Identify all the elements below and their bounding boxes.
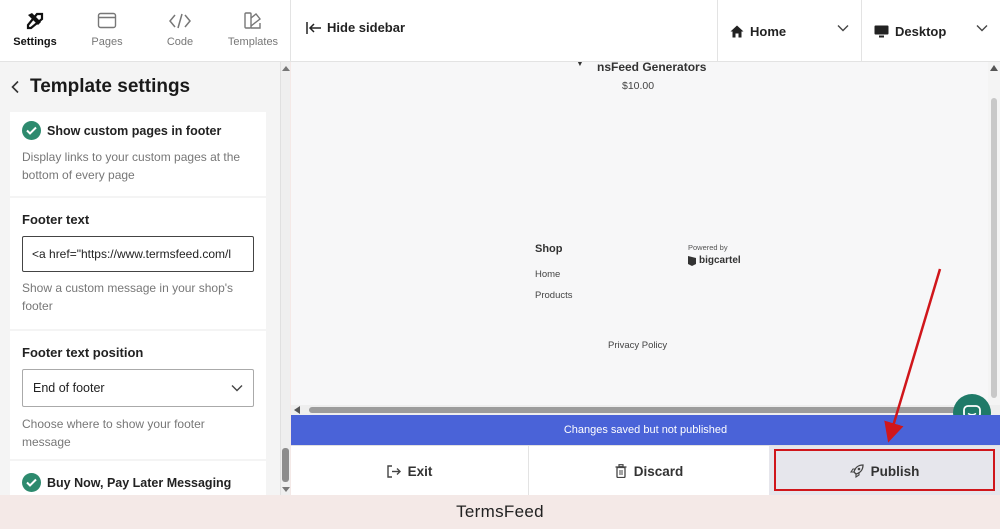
page-title: Template settings (30, 76, 191, 97)
footer-position-select[interactable]: End of footer (22, 369, 254, 407)
preview-horizontal-scrollbar[interactable] (291, 405, 1000, 415)
custom-pages-help: Display links to your custom pages at th… (22, 150, 241, 182)
sidebar-scrollbar[interactable] (280, 62, 290, 495)
page-select[interactable]: Home (717, 0, 861, 62)
publish-label: Publish (870, 463, 920, 479)
footer-text-input[interactable]: <a href="https://www.termsfeed.com/l (22, 236, 254, 272)
scroll-up-arrow[interactable] (990, 65, 998, 71)
scrollbar-thumb[interactable] (282, 448, 289, 482)
custom-pages-checkbox[interactable] (22, 121, 41, 140)
tab-pages[interactable]: Pages (72, 0, 142, 62)
footer-link-privacy-policy[interactable]: Privacy Policy (608, 340, 667, 351)
custom-pages-card: Show custom pages in footer Display link… (10, 112, 266, 196)
discard-label: Discard (633, 463, 684, 479)
product-price: $10.00 (622, 80, 655, 92)
hide-sidebar-label: Hide sidebar (327, 20, 406, 35)
templates-icon (243, 10, 263, 32)
scroll-up-arrow[interactable] (282, 66, 290, 71)
settings-sidebar: Template settings Show custom pages in f… (0, 62, 290, 495)
desktop-icon (874, 25, 889, 38)
footer-text-card: Footer text <a href="https://www.termsfe… (10, 198, 266, 329)
collapse-left-icon (306, 21, 321, 34)
bigcartel-logo[interactable]: bigcartel (688, 255, 741, 266)
powered-by-text: Powered by (688, 243, 728, 252)
footer-text-help: Show a custom message in your shop's foo… (22, 281, 234, 313)
chevron-down-icon (231, 385, 243, 392)
product-thumb-icon: ▼ (575, 62, 585, 69)
rocket-icon (849, 464, 864, 478)
scrollbar-thumb[interactable] (991, 98, 997, 398)
bnpl-checkbox[interactable] (22, 473, 41, 492)
exit-icon (386, 464, 401, 478)
exit-button[interactable]: Exit (291, 446, 528, 496)
publish-button[interactable]: Publish (769, 446, 1000, 496)
top-bar: Settings Pages Code Templates Hide sideb… (0, 0, 1000, 62)
tab-settings-label: Settings (13, 36, 57, 48)
footer-position-help: Choose where to show your footer message (22, 417, 205, 449)
bigcartel-label: bigcartel (699, 255, 741, 266)
footer-text-label: Footer text (22, 212, 90, 227)
tab-pages-label: Pages (91, 36, 123, 48)
tab-templates-label: Templates (227, 36, 279, 48)
tab-code-label: Code (166, 36, 194, 48)
exit-label: Exit (407, 463, 433, 479)
pages-icon (97, 10, 117, 32)
preview-vertical-scrollbar[interactable] (988, 62, 1000, 415)
footer-position-label: Footer text position (22, 345, 144, 360)
scroll-down-arrow[interactable] (282, 487, 290, 492)
status-message: Changes saved but not published (563, 424, 728, 436)
hide-sidebar-button[interactable]: Hide sidebar (306, 20, 405, 35)
bnpl-card: Buy Now, Pay Later Messaging (10, 461, 266, 495)
discard-button[interactable]: Discard (529, 446, 769, 496)
tools-icon (25, 10, 45, 32)
scroll-left-arrow[interactable] (294, 406, 300, 414)
bigcartel-icon (688, 255, 696, 266)
footer-shop-heading: Shop (535, 243, 563, 255)
footer-link-products[interactable]: Products (535, 290, 573, 301)
footer-position-card: Footer text position End of footer Choos… (10, 331, 266, 459)
trash-icon (615, 464, 627, 478)
footer-link-home[interactable]: Home (535, 269, 560, 280)
divider (290, 0, 291, 62)
watermark-band: TermsFeed (0, 495, 1000, 529)
unpublished-status-banner: Changes saved but not published (291, 415, 1000, 445)
custom-pages-label: Show custom pages in footer (47, 123, 222, 138)
watermark-text: TermsFeed (456, 502, 544, 521)
chevron-down-icon (976, 25, 988, 32)
code-icon (168, 10, 192, 32)
bnpl-label: Buy Now, Pay Later Messaging (47, 475, 232, 490)
checkmark-icon (26, 478, 37, 487)
home-icon (730, 25, 744, 38)
back-icon[interactable] (11, 80, 20, 94)
footer-position-value: End of footer (33, 381, 105, 395)
action-bar: Exit Discard Publish (291, 445, 1000, 496)
device-select[interactable]: Desktop (861, 0, 1000, 62)
tab-settings[interactable]: Settings (0, 0, 70, 62)
product-name[interactable]: nsFeed Generators (597, 62, 706, 74)
store-preview: ▼ nsFeed Generators $10.00 Shop Home Pro… (291, 62, 1000, 415)
page-select-value: Home (750, 23, 787, 39)
checkmark-icon (26, 126, 37, 135)
chevron-down-icon (837, 25, 849, 32)
tab-templates[interactable]: Templates (218, 0, 288, 62)
scrollbar-thumb[interactable] (309, 407, 957, 413)
sidebar-header: Template settings (0, 62, 278, 112)
tab-code[interactable]: Code (145, 0, 215, 62)
device-select-value: Desktop (895, 23, 947, 39)
